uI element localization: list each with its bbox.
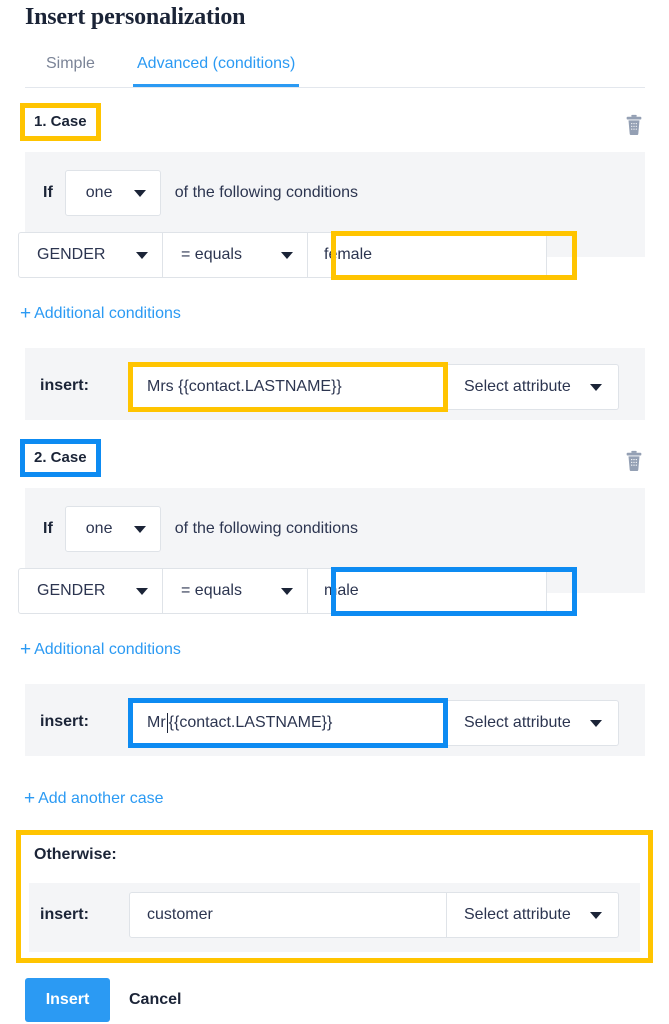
insert-group-1: Mrs {{contact.LASTNAME}} Select attribut… (129, 364, 619, 410)
match-count-select-2[interactable]: one (64, 506, 161, 552)
cancel-button[interactable]: Cancel (129, 978, 181, 1022)
if-tail-label-1: of the following conditions (174, 184, 359, 201)
trash-icon[interactable] (623, 450, 645, 472)
insert-personalization-dialog: Insert personalization Simple Advanced (… (0, 0, 669, 1024)
insert-label-2: insert: (40, 713, 89, 730)
page-title: Insert personalization (25, 4, 246, 30)
otherwise-select-attribute-dropdown[interactable]: Select attribute (447, 892, 619, 938)
case-header-2: 2. Case (0, 436, 669, 484)
tab-bar: Simple Advanced (conditions) (25, 48, 645, 88)
condition-operator-select-1[interactable]: = equals (163, 232, 308, 278)
otherwise-insert-group: customer Select attribute (129, 892, 619, 938)
match-count-select-1[interactable]: one (64, 170, 161, 216)
select-attribute-dropdown-2[interactable]: Select attribute (447, 700, 619, 746)
text-cursor (166, 713, 168, 733)
insert-value-input-2[interactable]: Mr {{contact.LASTNAME}} (129, 700, 447, 746)
chevron-down-icon (281, 251, 293, 259)
chevron-down-icon (136, 587, 148, 595)
chevron-down-icon (281, 587, 293, 595)
match-count-value-1: one (85, 184, 113, 201)
insert-value-text-1: Mrs {{contact.LASTNAME}} (147, 378, 342, 395)
condition-attribute-value-1: GENDER (37, 246, 106, 263)
plus-icon: + (24, 788, 36, 809)
condition-operator-value-1: = equals (181, 246, 242, 263)
condition-value-input-1[interactable]: female (308, 232, 547, 278)
otherwise-value-input[interactable]: customer (129, 892, 447, 938)
condition-row-1: GENDER = equals female (18, 232, 547, 278)
add-another-case-link[interactable]: + Add another case (24, 788, 164, 810)
tab-advanced-conditions[interactable]: Advanced (conditions) (133, 48, 300, 87)
otherwise-label: Otherwise: (34, 846, 117, 863)
match-row-2: If one of the following conditions (43, 506, 358, 552)
chevron-down-icon (136, 251, 148, 259)
condition-attribute-select-2[interactable]: GENDER (18, 568, 163, 614)
match-count-value-2: one (85, 520, 113, 537)
if-label-2: If (43, 520, 53, 537)
otherwise-select-attribute-label: Select attribute (464, 906, 571, 923)
condition-attribute-value-2: GENDER (37, 582, 106, 599)
select-attribute-label-1: Select attribute (464, 378, 571, 395)
chevron-down-icon (133, 525, 146, 533)
insert-value-text-2-before: Mr (147, 714, 166, 731)
condition-value-input-2[interactable]: male (308, 568, 547, 614)
condition-row-2: GENDER = equals male (18, 568, 547, 614)
additional-conditions-label-2: Additional conditions (34, 641, 181, 658)
insert-group-2: Mr {{contact.LASTNAME}} Select attribute (129, 700, 619, 746)
insert-value-input-1[interactable]: Mrs {{contact.LASTNAME}} (129, 364, 447, 410)
insert-label-1: insert: (40, 377, 89, 394)
select-attribute-label-2: Select attribute (464, 714, 571, 731)
case-header-1: 1. Case (0, 100, 669, 148)
otherwise-value-text: customer (147, 906, 213, 923)
tab-simple[interactable]: Simple (42, 48, 99, 87)
chevron-down-icon (590, 719, 602, 727)
condition-operator-select-2[interactable]: = equals (163, 568, 308, 614)
additional-conditions-label-1: Additional conditions (34, 305, 181, 322)
chevron-down-icon (590, 383, 602, 391)
case-label-1: 1. Case (20, 103, 101, 141)
chevron-down-icon (133, 189, 146, 197)
case-label-2: 2. Case (20, 439, 101, 477)
insert-value-text-2-after: {{contact.LASTNAME}} (168, 714, 333, 731)
trash-icon[interactable] (623, 114, 645, 136)
additional-conditions-link-2[interactable]: + Additional conditions (20, 639, 181, 661)
additional-conditions-link-1[interactable]: + Additional conditions (20, 303, 181, 325)
add-another-case-label: Add another case (38, 790, 164, 807)
plus-icon: + (20, 639, 32, 660)
match-row-1: If one of the following conditions (43, 170, 358, 216)
otherwise-insert-label: insert: (40, 906, 89, 923)
select-attribute-dropdown-1[interactable]: Select attribute (447, 364, 619, 410)
condition-value-text-1: female (324, 246, 373, 263)
condition-attribute-select-1[interactable]: GENDER (18, 232, 163, 278)
plus-icon: + (20, 303, 32, 324)
condition-operator-value-2: = equals (181, 582, 242, 599)
insert-button[interactable]: Insert (25, 978, 110, 1022)
chevron-down-icon (590, 911, 602, 919)
if-tail-label-2: of the following conditions (174, 520, 359, 537)
if-label-1: If (43, 184, 53, 201)
condition-value-text-2: male (324, 582, 359, 599)
